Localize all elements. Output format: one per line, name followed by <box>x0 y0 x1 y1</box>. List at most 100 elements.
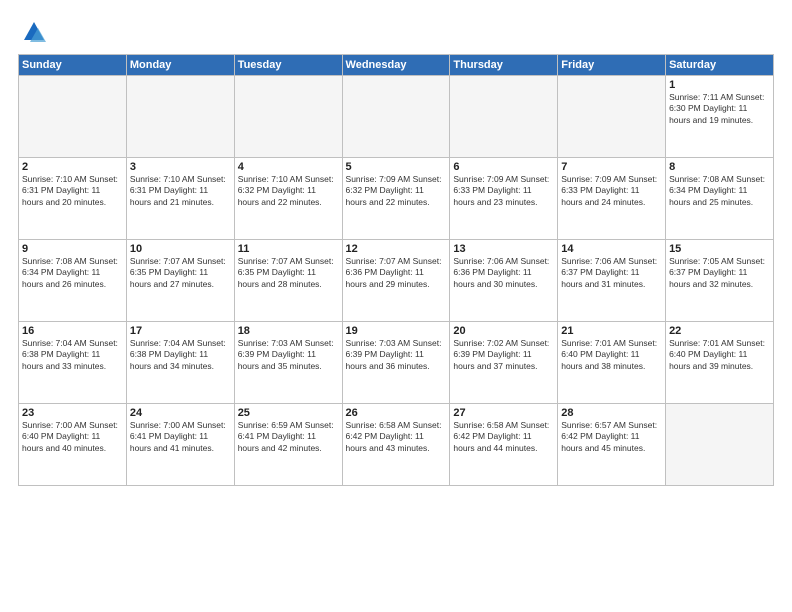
page-header <box>18 18 774 46</box>
day-number: 22 <box>669 325 770 337</box>
day-number: 16 <box>22 325 123 337</box>
table-row: 4Sunrise: 7:10 AM Sunset: 6:32 PM Daylig… <box>234 158 342 240</box>
col-saturday: Saturday <box>666 55 774 76</box>
day-info: Sunrise: 7:07 AM Sunset: 6:36 PM Dayligh… <box>346 256 447 290</box>
calendar-week-row: 23Sunrise: 7:00 AM Sunset: 6:40 PM Dayli… <box>19 404 774 486</box>
day-info: Sunrise: 7:00 AM Sunset: 6:40 PM Dayligh… <box>22 420 123 454</box>
day-info: Sunrise: 7:02 AM Sunset: 6:39 PM Dayligh… <box>453 338 554 372</box>
table-row: 27Sunrise: 6:58 AM Sunset: 6:42 PM Dayli… <box>450 404 558 486</box>
day-number: 19 <box>346 325 447 337</box>
day-number: 7 <box>561 161 662 173</box>
table-row <box>666 404 774 486</box>
day-number: 15 <box>669 243 770 255</box>
day-number: 13 <box>453 243 554 255</box>
day-info: Sunrise: 6:58 AM Sunset: 6:42 PM Dayligh… <box>453 420 554 454</box>
day-number: 10 <box>130 243 231 255</box>
table-row: 7Sunrise: 7:09 AM Sunset: 6:33 PM Daylig… <box>558 158 666 240</box>
table-row: 8Sunrise: 7:08 AM Sunset: 6:34 PM Daylig… <box>666 158 774 240</box>
table-row <box>234 76 342 158</box>
calendar-table: Sunday Monday Tuesday Wednesday Thursday… <box>18 54 774 486</box>
calendar-week-row: 2Sunrise: 7:10 AM Sunset: 6:31 PM Daylig… <box>19 158 774 240</box>
day-number: 18 <box>238 325 339 337</box>
table-row <box>450 76 558 158</box>
day-number: 28 <box>561 407 662 419</box>
col-thursday: Thursday <box>450 55 558 76</box>
table-row: 6Sunrise: 7:09 AM Sunset: 6:33 PM Daylig… <box>450 158 558 240</box>
table-row <box>19 76 127 158</box>
table-row: 28Sunrise: 6:57 AM Sunset: 6:42 PM Dayli… <box>558 404 666 486</box>
table-row: 5Sunrise: 7:09 AM Sunset: 6:32 PM Daylig… <box>342 158 450 240</box>
day-number: 5 <box>346 161 447 173</box>
col-friday: Friday <box>558 55 666 76</box>
day-info: Sunrise: 7:09 AM Sunset: 6:33 PM Dayligh… <box>453 174 554 208</box>
day-info: Sunrise: 7:01 AM Sunset: 6:40 PM Dayligh… <box>669 338 770 372</box>
table-row: 1Sunrise: 7:11 AM Sunset: 6:30 PM Daylig… <box>666 76 774 158</box>
calendar-header-row: Sunday Monday Tuesday Wednesday Thursday… <box>19 55 774 76</box>
table-row: 25Sunrise: 6:59 AM Sunset: 6:41 PM Dayli… <box>234 404 342 486</box>
day-number: 12 <box>346 243 447 255</box>
day-info: Sunrise: 6:59 AM Sunset: 6:41 PM Dayligh… <box>238 420 339 454</box>
col-wednesday: Wednesday <box>342 55 450 76</box>
calendar-week-row: 9Sunrise: 7:08 AM Sunset: 6:34 PM Daylig… <box>19 240 774 322</box>
table-row: 24Sunrise: 7:00 AM Sunset: 6:41 PM Dayli… <box>126 404 234 486</box>
day-number: 6 <box>453 161 554 173</box>
day-info: Sunrise: 7:00 AM Sunset: 6:41 PM Dayligh… <box>130 420 231 454</box>
day-info: Sunrise: 7:09 AM Sunset: 6:33 PM Dayligh… <box>561 174 662 208</box>
table-row: 9Sunrise: 7:08 AM Sunset: 6:34 PM Daylig… <box>19 240 127 322</box>
calendar-week-row: 1Sunrise: 7:11 AM Sunset: 6:30 PM Daylig… <box>19 76 774 158</box>
day-number: 26 <box>346 407 447 419</box>
table-row: 26Sunrise: 6:58 AM Sunset: 6:42 PM Dayli… <box>342 404 450 486</box>
day-info: Sunrise: 6:58 AM Sunset: 6:42 PM Dayligh… <box>346 420 447 454</box>
table-row: 17Sunrise: 7:04 AM Sunset: 6:38 PM Dayli… <box>126 322 234 404</box>
calendar-week-row: 16Sunrise: 7:04 AM Sunset: 6:38 PM Dayli… <box>19 322 774 404</box>
day-number: 1 <box>669 79 770 91</box>
day-number: 2 <box>22 161 123 173</box>
day-info: Sunrise: 7:10 AM Sunset: 6:32 PM Dayligh… <box>238 174 339 208</box>
table-row: 2Sunrise: 7:10 AM Sunset: 6:31 PM Daylig… <box>19 158 127 240</box>
table-row: 22Sunrise: 7:01 AM Sunset: 6:40 PM Dayli… <box>666 322 774 404</box>
table-row: 18Sunrise: 7:03 AM Sunset: 6:39 PM Dayli… <box>234 322 342 404</box>
day-number: 21 <box>561 325 662 337</box>
day-info: Sunrise: 7:10 AM Sunset: 6:31 PM Dayligh… <box>130 174 231 208</box>
table-row <box>126 76 234 158</box>
table-row: 16Sunrise: 7:04 AM Sunset: 6:38 PM Dayli… <box>19 322 127 404</box>
table-row <box>558 76 666 158</box>
table-row: 14Sunrise: 7:06 AM Sunset: 6:37 PM Dayli… <box>558 240 666 322</box>
day-number: 23 <box>22 407 123 419</box>
day-number: 3 <box>130 161 231 173</box>
day-info: Sunrise: 7:07 AM Sunset: 6:35 PM Dayligh… <box>238 256 339 290</box>
table-row: 13Sunrise: 7:06 AM Sunset: 6:36 PM Dayli… <box>450 240 558 322</box>
day-number: 17 <box>130 325 231 337</box>
col-sunday: Sunday <box>19 55 127 76</box>
day-info: Sunrise: 7:11 AM Sunset: 6:30 PM Dayligh… <box>669 92 770 126</box>
day-info: Sunrise: 7:08 AM Sunset: 6:34 PM Dayligh… <box>22 256 123 290</box>
day-info: Sunrise: 7:05 AM Sunset: 6:37 PM Dayligh… <box>669 256 770 290</box>
table-row: 21Sunrise: 7:01 AM Sunset: 6:40 PM Dayli… <box>558 322 666 404</box>
day-info: Sunrise: 7:03 AM Sunset: 6:39 PM Dayligh… <box>238 338 339 372</box>
day-number: 27 <box>453 407 554 419</box>
day-number: 14 <box>561 243 662 255</box>
table-row: 12Sunrise: 7:07 AM Sunset: 6:36 PM Dayli… <box>342 240 450 322</box>
day-info: Sunrise: 7:01 AM Sunset: 6:40 PM Dayligh… <box>561 338 662 372</box>
day-info: Sunrise: 7:08 AM Sunset: 6:34 PM Dayligh… <box>669 174 770 208</box>
day-number: 4 <box>238 161 339 173</box>
table-row: 10Sunrise: 7:07 AM Sunset: 6:35 PM Dayli… <box>126 240 234 322</box>
table-row: 3Sunrise: 7:10 AM Sunset: 6:31 PM Daylig… <box>126 158 234 240</box>
day-info: Sunrise: 7:06 AM Sunset: 6:37 PM Dayligh… <box>561 256 662 290</box>
day-number: 24 <box>130 407 231 419</box>
logo-icon <box>20 18 48 46</box>
table-row: 23Sunrise: 7:00 AM Sunset: 6:40 PM Dayli… <box>19 404 127 486</box>
logo <box>18 18 48 46</box>
day-info: Sunrise: 7:10 AM Sunset: 6:31 PM Dayligh… <box>22 174 123 208</box>
day-info: Sunrise: 7:04 AM Sunset: 6:38 PM Dayligh… <box>130 338 231 372</box>
table-row: 19Sunrise: 7:03 AM Sunset: 6:39 PM Dayli… <box>342 322 450 404</box>
table-row: 20Sunrise: 7:02 AM Sunset: 6:39 PM Dayli… <box>450 322 558 404</box>
day-info: Sunrise: 7:06 AM Sunset: 6:36 PM Dayligh… <box>453 256 554 290</box>
table-row: 15Sunrise: 7:05 AM Sunset: 6:37 PM Dayli… <box>666 240 774 322</box>
day-info: Sunrise: 7:09 AM Sunset: 6:32 PM Dayligh… <box>346 174 447 208</box>
day-number: 20 <box>453 325 554 337</box>
day-info: Sunrise: 6:57 AM Sunset: 6:42 PM Dayligh… <box>561 420 662 454</box>
table-row: 11Sunrise: 7:07 AM Sunset: 6:35 PM Dayli… <box>234 240 342 322</box>
table-row <box>342 76 450 158</box>
day-info: Sunrise: 7:04 AM Sunset: 6:38 PM Dayligh… <box>22 338 123 372</box>
